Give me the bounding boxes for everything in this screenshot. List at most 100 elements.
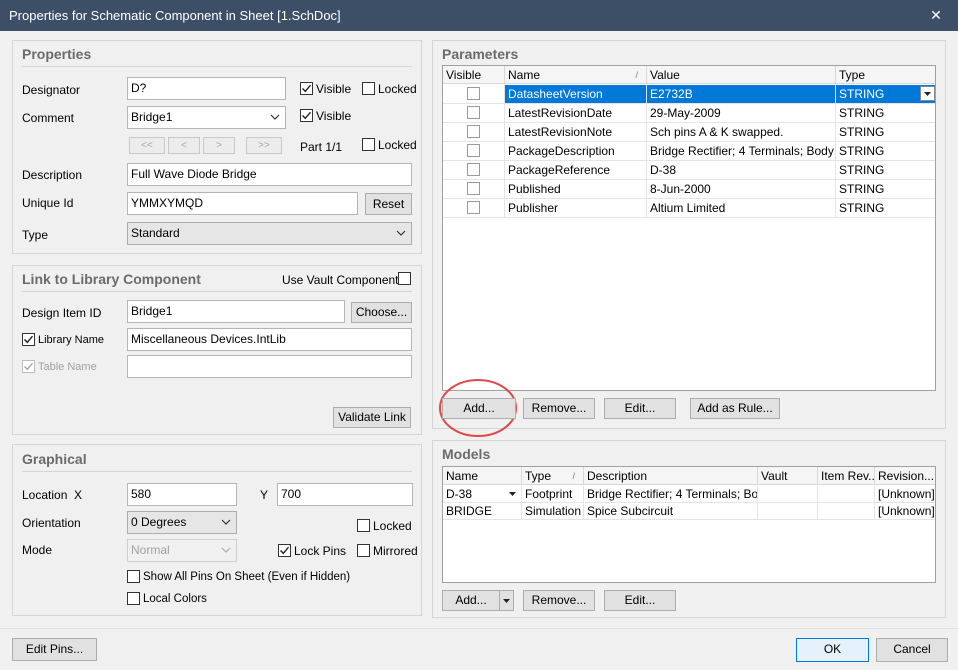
param-type: STRING [836,142,935,160]
parameter-row[interactable]: Published 8-Jun-2000 STRING [443,180,935,199]
designator-field[interactable]: D? [127,77,286,100]
model-description: Bridge Rectifier; 4 Terminals; Bod [584,486,758,502]
param-visible-checkbox[interactable] [467,182,480,195]
col-visible[interactable]: Visible [443,66,505,84]
add-as-rule-button[interactable]: Add as Rule... [690,398,780,419]
lock-pins-checkbox[interactable] [278,544,291,557]
param-value: Bridge Rectifier; 4 Terminals; Body 9. [647,142,836,160]
last-part-button[interactable]: >> [246,137,282,154]
local-colors-checkbox[interactable] [127,592,140,605]
param-value: 8-Jun-2000 [647,180,836,198]
parameter-row[interactable]: LatestRevisionDate 29-May-2009 STRING [443,104,935,123]
comment-visible-checkbox[interactable] [300,109,313,122]
param-visible-checkbox[interactable] [467,201,480,214]
col-value[interactable]: Value [647,66,836,84]
param-visible-checkbox[interactable] [467,163,480,176]
caret-down-icon [509,492,516,496]
col-type[interactable]: Type [836,66,935,84]
location-x-field[interactable]: 580 [127,483,237,506]
table-name-checkbox[interactable] [22,360,35,373]
param-type: STRING [836,180,935,198]
param-visible-checkbox[interactable] [467,87,480,100]
prev-part-button[interactable]: < [168,137,200,154]
param-type: STRING [836,85,935,103]
col-model-name[interactable]: Name [443,467,522,485]
parameters-grid[interactable]: Visible Name / Value Type DatasheetVersi… [442,65,936,391]
model-type: Footprint [522,486,584,502]
mode-value: Normal [131,543,170,557]
caret-down-icon [503,599,510,603]
designator-visible-checkbox[interactable] [300,82,313,95]
col-model-item-rev[interactable]: Item Rev... [818,467,875,485]
chevron-down-icon [270,114,280,120]
part-locked-checkbox[interactable] [362,138,375,151]
graphical-divider [22,471,412,472]
col-model-vault[interactable]: Vault [758,467,818,485]
show-all-pins-checkbox[interactable] [127,570,140,583]
param-value: E2732B [647,85,836,103]
parameters-header: Visible Name / Value Type [443,66,935,84]
parameter-row[interactable]: Publisher Altium Limited STRING [443,199,935,218]
param-visible-cell [443,199,505,217]
param-edit-button[interactable]: Edit... [604,398,676,419]
comment-visible-label: Visible [316,109,352,123]
col-model-revision[interactable]: Revision... [875,467,935,485]
caret-down-icon [924,92,931,96]
parameter-row[interactable]: DatasheetVersion E2732B STRING [443,85,935,104]
reset-button[interactable]: Reset [365,193,412,215]
orientation-select[interactable]: 0 Degrees [127,511,237,534]
location-y-field[interactable]: 700 [277,483,413,506]
models-grid[interactable]: Name Type / Description Vault Item Rev..… [442,466,936,583]
type-dropdown-button[interactable] [920,86,935,101]
description-field[interactable]: Full Wave Diode Bridge [127,163,412,186]
mode-label: Mode [22,543,53,557]
param-visible-checkbox[interactable] [467,144,480,157]
col-model-type[interactable]: Type / [522,467,584,485]
window-title: Properties for Schematic Component in Sh… [9,8,341,23]
library-name-checkbox[interactable] [22,333,35,346]
model-row[interactable]: D-38 Footprint Bridge Rectifier; 4 Termina… [443,486,935,503]
use-vault-label: Use Vault Component [282,273,399,287]
first-part-button[interactable]: << [129,137,165,154]
cancel-button[interactable]: Cancel [876,638,948,662]
use-vault-checkbox[interactable] [398,272,411,285]
edit-pins-button[interactable]: Edit Pins... [12,638,97,661]
designator-label: Designator [22,83,81,97]
model-row[interactable]: BRIDGE Simulation Spice Subcircuit [Unknown… [443,503,935,520]
library-name-field[interactable]: Miscellaneous Devices.IntLib [127,328,412,351]
parameter-row[interactable]: LatestRevisionNote Sch pins A & K swapped… [443,123,935,142]
col-name[interactable]: Name / [505,66,647,84]
model-add-button[interactable]: Add... [442,590,514,611]
locked-checkbox[interactable] [357,519,370,532]
model-remove-button[interactable]: Remove... [523,590,595,611]
param-visible-checkbox[interactable] [467,125,480,138]
ok-button[interactable]: OK [796,638,869,662]
model-name-dropdown[interactable] [506,487,519,500]
parameter-row[interactable]: PackageDescription Bridge Rectifier; 4 Te… [443,142,935,161]
table-name-field[interactable] [127,355,412,378]
mirrored-checkbox[interactable] [357,544,370,557]
model-add-dropdown[interactable] [499,591,513,610]
local-colors-label: Local Colors [143,593,207,605]
type-label: Type [22,228,49,242]
comment-combobox[interactable]: Bridge1 [127,106,286,129]
type-select[interactable]: Standard [127,222,412,245]
design-item-field[interactable]: Bridge1 [127,300,345,323]
col-model-description[interactable]: Description [584,467,758,485]
parameter-row[interactable]: PackageReference D-38 STRING [443,161,935,180]
model-edit-button[interactable]: Edit... [604,590,676,611]
param-visible-checkbox[interactable] [467,106,480,119]
param-type-label: STRING [839,106,885,120]
designator-locked-checkbox[interactable] [362,82,375,95]
param-value: D-38 [647,161,836,179]
param-remove-button[interactable]: Remove... [523,398,595,419]
param-add-button[interactable]: Add... [442,398,516,419]
choose-button[interactable]: Choose... [351,302,412,323]
uniqueid-field[interactable]: YMMXYMQD [127,192,358,215]
close-button[interactable]: ✕ [914,0,958,31]
validate-link-button[interactable]: Validate Link [333,407,411,428]
mode-select[interactable]: Normal [127,539,237,562]
library-name-label: Library Name [38,334,105,346]
next-part-button[interactable]: > [203,137,235,154]
sort-icon: / [635,70,638,80]
